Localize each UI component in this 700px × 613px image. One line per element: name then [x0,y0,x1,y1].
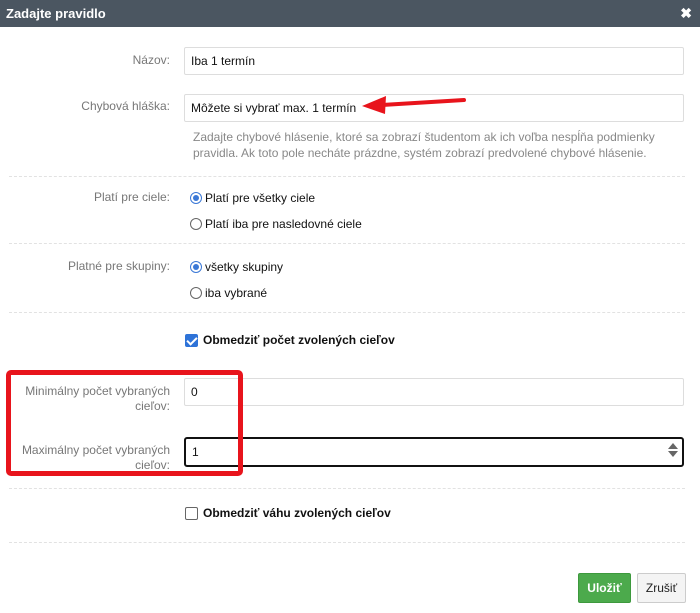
error-message-help: Zadajte chybové hlásenie, ktoré sa zobra… [193,130,655,160]
name-label: Názov: [132,53,170,67]
groups-option-all-label: všetky skupiny [205,260,284,274]
targets-option-all[interactable]: Platí pre všetky ciele [190,191,315,205]
error-message-label: Chybová hláška: [81,99,170,113]
limit-weight-checkbox[interactable]: Obmedziť váhu zvolených cieľov [185,506,391,520]
targets-option-selected-label: Platí iba pre nasledovné ciele [205,217,362,231]
limit-count-label: Obmedziť počet zvolených cieľov [203,333,395,347]
red-arrow-annotation [362,96,466,114]
spinner-down-icon[interactable] [668,451,678,457]
groups-label: Platné pre skupiny: [67,259,170,273]
spinner-up-icon[interactable] [668,443,678,449]
cancel-button[interactable]: Zrušiť [637,573,686,603]
section-divider [9,176,685,177]
limit-weight-label: Obmedziť váhu zvolených cieľov [203,506,391,520]
targets-option-all-label: Platí pre všetky ciele [205,191,316,205]
section-divider [9,243,685,244]
checkbox-checked-icon[interactable] [185,333,198,347]
max-count-field[interactable] [184,437,684,467]
section-divider [9,542,685,543]
min-count-input[interactable] [184,378,684,406]
limit-count-checkbox[interactable]: Obmedziť počet zvolených cieľov [185,333,395,347]
radio-unselected-icon[interactable] [190,287,202,299]
save-button[interactable]: Uložiť [578,573,631,603]
dialog-titlebar: Zadajte pravidlo ✖ [0,0,700,27]
radio-selected-icon[interactable] [190,192,202,204]
close-icon[interactable]: ✖ [680,5,692,21]
checkbox-unchecked-icon[interactable] [185,506,198,520]
groups-option-all[interactable]: všetky skupiny [190,260,283,274]
groups-option-selected-label: iba vybrané [205,286,268,300]
max-count-input[interactable] [184,437,684,467]
targets-label: Platí pre ciele: [93,190,170,204]
targets-option-selected[interactable]: Platí iba pre nasledovné ciele [190,217,362,231]
section-divider [9,312,685,313]
groups-option-selected[interactable]: iba vybrané [190,286,267,300]
radio-unselected-icon[interactable] [190,218,202,230]
name-input[interactable] [184,47,684,75]
dialog-title: Zadajte pravidlo [6,6,106,21]
radio-selected-icon[interactable] [190,261,202,273]
number-spinner-icon[interactable] [668,442,678,458]
red-highlight-annotation [6,370,243,476]
section-divider [9,488,685,489]
